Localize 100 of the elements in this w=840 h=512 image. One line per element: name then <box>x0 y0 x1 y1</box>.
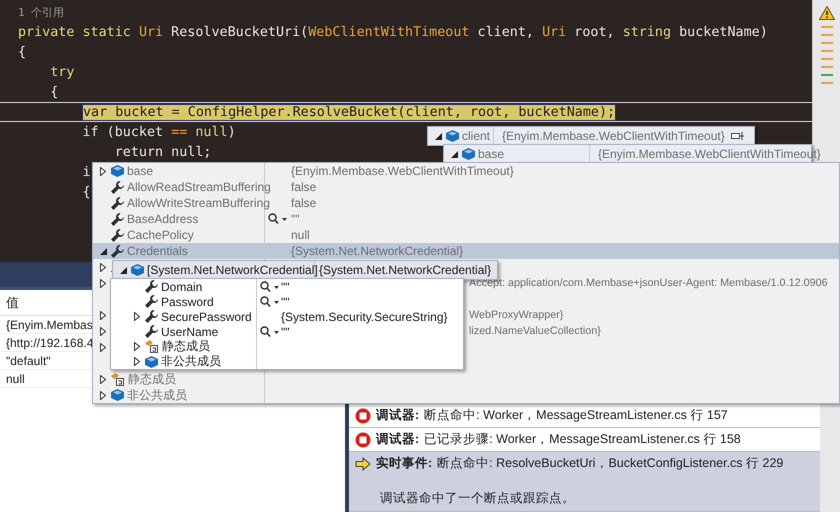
reference-count[interactable]: 1 个引用 <box>18 4 64 20</box>
wrench-icon <box>111 196 124 210</box>
member-value: lized.NameValueCollection} <box>469 325 601 337</box>
cube-icon <box>145 356 158 368</box>
search-icon[interactable] <box>268 213 288 225</box>
event-label: 实时事件: <box>376 455 432 472</box>
wrench-icon <box>145 295 158 308</box>
datatip-row[interactable]: 非公共成员 <box>93 387 839 403</box>
code-line: i <box>81 164 91 180</box>
collapsed-arrow-icon[interactable] <box>134 312 140 321</box>
member-name: AllowReadStreamBuffering <box>127 180 271 194</box>
member-name: BaseAddress <box>127 212 198 226</box>
member-name: 静态成员 <box>162 338 210 355</box>
cube-icon <box>446 130 459 142</box>
member-value: {System.Security.SecureString} <box>281 310 448 324</box>
event-text: 已记录步骤: Worker，MessageStreamListener.cs 行 158 <box>424 431 741 448</box>
member-name: [System.Net.NetworkCredential] <box>147 263 318 277</box>
arrow-icon <box>355 456 371 470</box>
member-name: UserName <box>161 324 218 338</box>
member-value: false <box>291 180 316 194</box>
cube-icon <box>111 389 124 401</box>
scrollbar[interactable] <box>820 404 840 512</box>
stop-icon <box>355 432 371 448</box>
member-value: "" <box>281 294 290 308</box>
search-icon[interactable] <box>260 296 280 308</box>
warning-icon <box>818 6 834 20</box>
member-name: SecurePassword <box>161 310 252 324</box>
member-value: "" <box>291 212 300 226</box>
collapsed-arrow-icon[interactable] <box>100 390 106 400</box>
member-value: Accept: application/com.Membase+jsonUser-Agent: Membase/1.0.12.0906 <box>469 277 828 289</box>
expanded-arrow-icon[interactable] <box>120 266 126 274</box>
collapsed-arrow-icon[interactable] <box>134 357 140 366</box>
search-icon[interactable] <box>260 326 280 338</box>
collapsed-arrow-icon[interactable] <box>100 278 106 288</box>
event-label: 调试器: <box>376 431 420 448</box>
event-text: 断点命中: Worker，MessageStreamListener.cs 行 157 <box>424 407 728 424</box>
datatip-row[interactable]: Password "" <box>111 294 463 309</box>
code-line: return null; <box>114 144 212 160</box>
datatip-row[interactable]: 非公共成员 <box>111 354 463 369</box>
event-label: 调试器: <box>376 407 420 424</box>
datatip-row[interactable]: AllowReadStreamBuffering false <box>93 179 839 195</box>
code-line: if (bucket == null) <box>81 124 236 140</box>
member-name: base <box>478 147 504 161</box>
member-value: {Enyim.Membase.WebClientWithTimeout} <box>502 129 725 143</box>
wrench-icon <box>111 228 124 242</box>
code-line: private static Uri ResolveBucketUri(WebClientWithTimeout client, Uri root, string bucketName) <box>18 24 768 40</box>
code-line: { <box>49 84 58 100</box>
wrench-icon <box>111 244 124 258</box>
member-value: {System.Net.NetworkCredential} <box>291 244 464 258</box>
member-value: false <box>291 196 316 210</box>
static-members-icon <box>111 372 125 386</box>
wrench-icon <box>145 310 158 323</box>
code-line: { <box>18 44 26 60</box>
pin-icon[interactable] <box>730 131 745 141</box>
code-line: try <box>49 64 74 80</box>
member-name: 静态成员 <box>128 370 176 388</box>
collapsed-arrow-icon[interactable] <box>134 342 140 351</box>
collapsed-arrow-icon[interactable] <box>100 374 106 384</box>
member-name: Domain <box>161 280 202 294</box>
wrench-icon <box>111 180 124 194</box>
datatip-row[interactable]: SecurePassword {System.Security.SecureString} <box>111 309 463 324</box>
event-description: 调试器命中了一个断点或跟踪点。 <box>380 491 575 505</box>
expanded-arrow-icon[interactable] <box>450 150 458 158</box>
member-value: {System.Net.NetworkCredential} <box>319 263 492 277</box>
wrench-icon <box>145 280 158 293</box>
member-value: null <box>291 228 310 242</box>
collapsed-arrow-icon[interactable] <box>100 262 106 272</box>
member-value: "" <box>281 324 290 338</box>
cube-icon <box>462 148 475 160</box>
member-name: AllowWriteStreamBuffering <box>127 196 270 210</box>
datatip-row[interactable]: 静态成员 <box>111 339 463 354</box>
event-text: 断点命中: ResolveBucketUri，BucketConfigListener.cs 行 229 <box>437 455 784 472</box>
cube-icon <box>131 264 144 276</box>
datatip-row[interactable]: Domain "" <box>111 279 463 294</box>
wrench-icon <box>145 325 158 338</box>
datatip-row[interactable]: BaseAddress "" <box>93 211 839 227</box>
expanded-arrow-icon[interactable] <box>434 132 442 140</box>
member-value: WebProxyWrapper} <box>469 309 564 321</box>
member-value: {Enyim.Membase.WebClientWithTimeout} <box>291 164 514 178</box>
member-name: base <box>127 164 154 178</box>
datatip-row[interactable]: AllowWriteStreamBuffering false <box>93 195 839 211</box>
member-name: 非公共成员 <box>161 353 221 370</box>
event-row[interactable]: 实时事件: 断点命中: ResolveBucketUri，BucketConfigListener.cs 行 229 调试器命中了一个断点或跟踪点。 <box>349 452 820 512</box>
datatip-row[interactable]: UserName "" <box>111 324 463 339</box>
expanded-arrow-icon[interactable] <box>100 248 106 254</box>
member-name: CachePolicy <box>127 228 194 242</box>
code-line: { <box>81 184 91 200</box>
cube-icon <box>111 165 124 177</box>
member-name: client <box>462 129 490 143</box>
static-members-icon <box>145 340 159 353</box>
collapsed-arrow-icon[interactable] <box>100 310 106 320</box>
collapsed-arrow-icon[interactable] <box>100 342 106 352</box>
datatip-row[interactable]: base {Enyim.Membase.WebClientWithTimeout} <box>93 163 839 179</box>
collapsed-arrow-icon[interactable] <box>100 166 106 176</box>
search-icon[interactable] <box>260 280 280 292</box>
wrench-icon <box>111 212 124 226</box>
collapsed-arrow-icon[interactable] <box>100 326 106 336</box>
member-name: 非公共成员 <box>127 386 187 404</box>
datatip-row[interactable]: 静态成员 <box>93 371 839 387</box>
member-value: "" <box>281 280 290 294</box>
